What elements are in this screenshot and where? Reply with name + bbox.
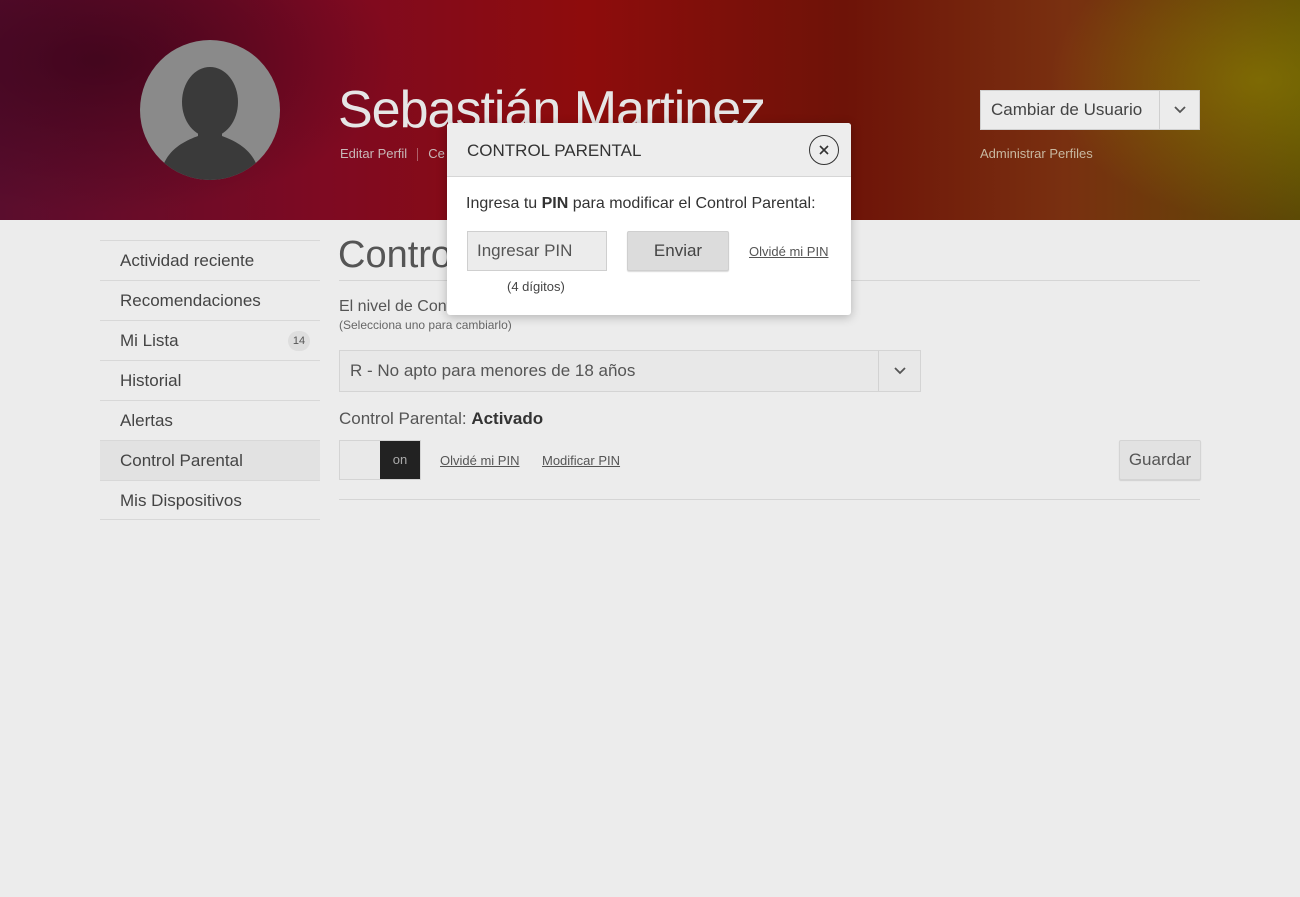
rating-selected-value: R - No apto para menores de 18 años [350, 361, 636, 380]
forgot-pin-link[interactable]: Olvidé mi PIN [440, 453, 519, 468]
count-badge: 14 [288, 331, 310, 351]
profile-links: Editar Perfil Ce [340, 146, 445, 162]
forgot-pin-link[interactable]: Olvidé mi PIN [749, 244, 828, 259]
switch-user-dropdown[interactable]: Cambiar de Usuario [980, 90, 1200, 130]
sidebar-item-label: Actividad reciente [120, 251, 255, 270]
status-prefix: Control Parental: [339, 409, 467, 428]
avatar [140, 40, 280, 180]
divider [339, 499, 1200, 500]
page-title: Control [338, 234, 461, 276]
level-hint: (Selecciona uno para cambiarlo) [339, 318, 512, 332]
secondary-profile-link[interactable]: Ce [428, 146, 445, 161]
admin-profiles-link[interactable]: Administrar Perfiles [980, 146, 1093, 161]
chevron-down-icon [878, 351, 920, 391]
link-divider [417, 148, 419, 162]
sidebar-item-label: Mis Dispositivos [120, 491, 242, 510]
sidebar-item-label: Control Parental [120, 451, 243, 470]
status-value: Activado [471, 409, 544, 428]
modal-header: CONTROL PARENTAL [447, 123, 851, 177]
send-button[interactable]: Enviar [627, 231, 729, 271]
save-button[interactable]: Guardar [1119, 440, 1201, 480]
close-icon [819, 145, 829, 155]
sidebar-item-recent-activity[interactable]: Actividad reciente [100, 240, 320, 280]
prompt-text: Ingresa tu [466, 195, 542, 212]
parental-control-toggle[interactable]: on [339, 440, 421, 480]
close-button[interactable] [809, 135, 839, 165]
pin-input[interactable] [467, 231, 607, 271]
sidebar-item-history[interactable]: Historial [100, 360, 320, 400]
parental-control-status: Control Parental: Activado [339, 409, 543, 429]
chevron-down-icon [1159, 91, 1199, 129]
toggle-knob: on [380, 441, 420, 479]
level-label: El nivel de Cont [339, 298, 452, 315]
prompt-bold: PIN [541, 195, 569, 212]
sidebar-item-label: Historial [120, 371, 182, 390]
sidebar-item-parental-control[interactable]: Control Parental [100, 440, 320, 480]
modal-prompt: Ingresa tu PIN para modificar el Control… [466, 195, 816, 213]
sidebar-item-my-list[interactable]: Mi Lista 14 [100, 320, 320, 360]
edit-profile-link[interactable]: Editar Perfil [340, 146, 407, 161]
sidebar-item-label: Recomendaciones [120, 291, 261, 310]
sidebar-item-alerts[interactable]: Alertas [100, 400, 320, 440]
sidebar-item-label: Alertas [120, 411, 173, 430]
prompt-text: para modificar el Control Parental: [568, 195, 816, 212]
sidebar: Actividad reciente Recomendaciones Mi Li… [100, 240, 320, 520]
modify-pin-link[interactable]: Modificar PIN [542, 453, 620, 468]
rating-select[interactable]: R - No apto para menores de 18 años [339, 350, 921, 392]
avatar-silhouette-icon [160, 67, 260, 180]
sidebar-item-label: Mi Lista [120, 331, 179, 350]
modal-title: CONTROL PARENTAL [467, 141, 642, 160]
sidebar-item-recommendations[interactable]: Recomendaciones [100, 280, 320, 320]
pin-hint: (4 dígitos) [507, 279, 565, 294]
sidebar-item-my-devices[interactable]: Mis Dispositivos [100, 480, 320, 520]
parental-control-modal: CONTROL PARENTAL Ingresa tu PIN para mod… [447, 123, 851, 315]
switch-user-label: Cambiar de Usuario [991, 100, 1143, 119]
